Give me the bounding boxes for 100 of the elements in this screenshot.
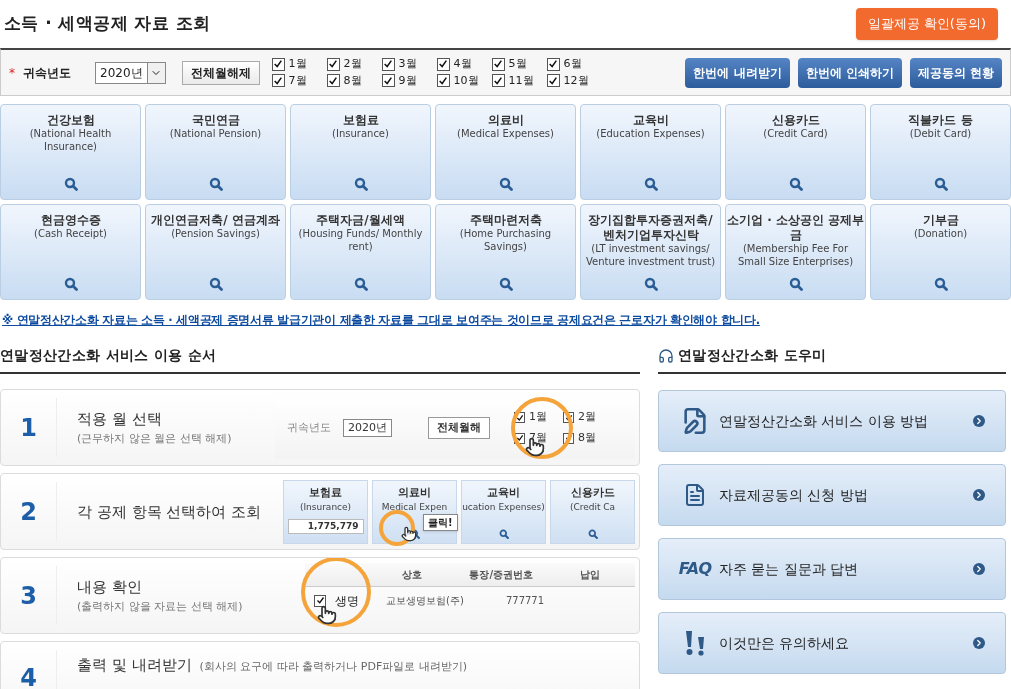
tile-subtitle: (Credit Ca bbox=[569, 501, 616, 515]
search-icon bbox=[498, 177, 513, 191]
month-label: 2월 bbox=[343, 56, 362, 72]
category-tile[interactable]: 의료비 (Medical Expenses) bbox=[435, 104, 576, 200]
help-link-button[interactable]: 이것만은 유의하세요 bbox=[658, 612, 1006, 675]
category-title: 주택자금/월세액 bbox=[316, 213, 405, 228]
page-title: 소득 · 세액공제 자료 조회 bbox=[4, 12, 211, 36]
amount-field: 1,775,779 bbox=[287, 518, 364, 535]
check-icon bbox=[328, 59, 339, 70]
category-subtitle: (LT investment savings/ Venture investment trust) bbox=[584, 243, 717, 268]
category-title: 직불카드 등 bbox=[908, 113, 973, 128]
notice-text: ※ 연말정산간소화 자료는 소득 · 세액공제 증명서류 발급기관이 제출한 자료를 그대로 보여주는 것이므로 공제요건은 근로자가 확인해야 합니다. bbox=[1, 312, 761, 329]
search-icon bbox=[933, 277, 948, 291]
step-subtitle: (근무하지 않은 월은 선택 해제) bbox=[77, 430, 232, 447]
month-label: 10월 bbox=[453, 72, 479, 89]
month-label: 1월 bbox=[529, 409, 547, 426]
step-title: 출력 및 내려받기 bbox=[77, 655, 192, 677]
category-subtitle: (Housing Funds/ Monthly rent) bbox=[297, 228, 424, 253]
search-icon bbox=[587, 528, 598, 539]
category-tile[interactable]: 장기집합투자증권저축/ 벤처기업투자신탁 (LT investment savings/ Venture investment trust) bbox=[580, 204, 721, 300]
category-subtitle: (Pension Savings) bbox=[170, 228, 261, 241]
tile-title: 보험료 bbox=[309, 484, 342, 501]
document-icon bbox=[683, 483, 707, 508]
check-icon bbox=[515, 434, 524, 442]
tile-title: 교육비 bbox=[487, 484, 520, 501]
check-icon bbox=[328, 75, 339, 86]
category-title: 장기집합투자증권저축/ 벤처기업투자신탁 bbox=[587, 213, 714, 243]
category-tile[interactable]: 신용카드 (Credit Card) bbox=[725, 104, 866, 200]
category-subtitle: (Cash Receipt) bbox=[33, 228, 108, 241]
step-title: 각 공제 항목 선택하여 조회 bbox=[77, 501, 262, 523]
checkbox[interactable] bbox=[271, 74, 285, 88]
check-icon bbox=[548, 59, 559, 70]
checkbox[interactable] bbox=[514, 432, 525, 444]
column-header: 납입 bbox=[579, 567, 602, 582]
category-tile[interactable]: 소기업 · 소상공인 공제부금 (Membership Fee For Small Size Enterprises) bbox=[725, 204, 866, 300]
check-icon bbox=[493, 59, 504, 70]
category-tile[interactable]: 교육비 (Education Expenses) bbox=[580, 104, 721, 200]
category-title: 교육비 bbox=[632, 113, 669, 128]
month-label: 6월 bbox=[563, 56, 582, 72]
search-icon bbox=[353, 177, 368, 191]
headset-icon bbox=[658, 347, 674, 364]
category-title: 신용카드 bbox=[771, 113, 820, 128]
action-button[interactable]: 제공동의 현황 bbox=[909, 57, 1002, 88]
month-label: 8월 bbox=[343, 72, 362, 89]
category-tile[interactable]: 국민연금 (National Pension) bbox=[145, 104, 286, 200]
month-label: 7월 bbox=[288, 72, 307, 89]
year-select[interactable]: 2020년 bbox=[95, 61, 166, 84]
checkbox[interactable] bbox=[514, 412, 525, 423]
exclamation-icon bbox=[684, 629, 706, 658]
month-label: 3월 bbox=[398, 56, 417, 72]
category-tile[interactable]: 주택마련저축 (Home Purchasing Savings) bbox=[435, 204, 576, 300]
month-label: 1월 bbox=[288, 56, 307, 72]
search-icon bbox=[353, 277, 368, 291]
hand-cursor-icon bbox=[401, 525, 417, 542]
category-tile[interactable]: 기부금 (Donation) bbox=[870, 204, 1011, 300]
action-button[interactable]: 한번에 내려받기 bbox=[685, 57, 790, 88]
category-tile[interactable]: 직불카드 등 (Debit Card) bbox=[870, 104, 1011, 200]
help-link-button[interactable]: FAQ 자주 묻는 질문과 답변 bbox=[658, 538, 1006, 601]
checkbox[interactable] bbox=[314, 594, 326, 607]
check-icon bbox=[273, 59, 284, 70]
category-tile[interactable]: 건강보험 (National Health Insurance) bbox=[0, 104, 141, 200]
step-number: 2 bbox=[20, 496, 37, 528]
checkbox[interactable] bbox=[436, 57, 450, 71]
action-button[interactable]: 한번에 인쇄하기 bbox=[797, 57, 902, 88]
faq-label: FAQ bbox=[678, 558, 712, 581]
checkbox[interactable] bbox=[491, 74, 505, 88]
category-tile[interactable]: 주택자금/월세액 (Housing Funds/ Monthly rent) bbox=[290, 204, 431, 300]
checkbox[interactable] bbox=[563, 432, 574, 444]
step-note: (회사의 요구에 따라 출력하거나 PDF파일로 내려받기) bbox=[199, 659, 468, 676]
category-title: 소기업 · 소상공인 공제부금 bbox=[726, 213, 865, 243]
checkbox[interactable] bbox=[381, 74, 395, 88]
category-subtitle: (Donation) bbox=[912, 228, 969, 241]
checkbox[interactable] bbox=[271, 57, 285, 71]
checkbox[interactable] bbox=[326, 74, 340, 88]
search-icon bbox=[643, 177, 658, 191]
checkbox[interactable] bbox=[546, 74, 560, 88]
zoomed-text: 생명 bbox=[335, 592, 360, 610]
category-tile[interactable]: 현금영수증 (Cash Receipt) bbox=[0, 204, 141, 300]
category-tile[interactable]: 개인연금저축/ 연금계좌 (Pension Savings) bbox=[145, 204, 286, 300]
help-link-button[interactable]: 연말정산간소화 서비스 이용 방법 bbox=[658, 390, 1006, 453]
search-icon bbox=[788, 177, 803, 191]
search-icon bbox=[643, 277, 658, 291]
checkbox[interactable] bbox=[563, 412, 574, 423]
search-icon bbox=[208, 177, 223, 191]
checkbox[interactable] bbox=[326, 57, 340, 71]
checkbox[interactable] bbox=[491, 57, 505, 71]
checkbox[interactable] bbox=[381, 57, 395, 71]
clear-months-button[interactable]: 전체월해제 bbox=[181, 60, 260, 85]
column-header: 상호 bbox=[401, 567, 424, 582]
help-link-button[interactable]: 자료제공동의 신청 방법 bbox=[658, 464, 1006, 527]
category-title: 건강보험 bbox=[46, 113, 95, 128]
checkbox[interactable] bbox=[546, 57, 560, 71]
check-icon bbox=[315, 596, 325, 606]
document-pen-icon bbox=[681, 407, 709, 436]
checkbox[interactable] bbox=[436, 74, 450, 88]
category-tile[interactable]: 보험료 (Insurance) bbox=[290, 104, 431, 200]
month-label: 11월 bbox=[508, 72, 534, 89]
step-title: 내용 확인 bbox=[77, 577, 142, 599]
check-icon bbox=[438, 59, 449, 70]
hand-cursor-icon bbox=[317, 604, 337, 625]
